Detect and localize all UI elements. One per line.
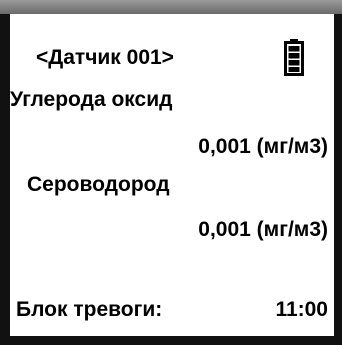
battery-full-icon — [284, 39, 304, 76]
gas-value-hydrogen-sulfide: 0,001 (мг/м3) — [198, 218, 328, 241]
sensor-title: <Датчик 001> — [36, 46, 174, 69]
gas-name-carbon-monoxide: Углерода оксид — [10, 88, 173, 111]
gas-name-hydrogen-sulfide: Сероводород — [27, 173, 170, 196]
lcd-screen: <Датчик 001> Углерода оксид 0,001 (мг/м3… — [10, 14, 334, 336]
gas-value-carbon-monoxide: 0,001 (мг/м3) — [198, 135, 328, 158]
gas-detector-device: <Датчик 001> Углерода оксид 0,001 (мг/м3… — [0, 0, 342, 345]
alarm-block-label: Блок тревоги: — [16, 298, 163, 321]
clock-time: 11:00 — [275, 298, 328, 321]
device-top-bezel — [0, 0, 342, 14]
